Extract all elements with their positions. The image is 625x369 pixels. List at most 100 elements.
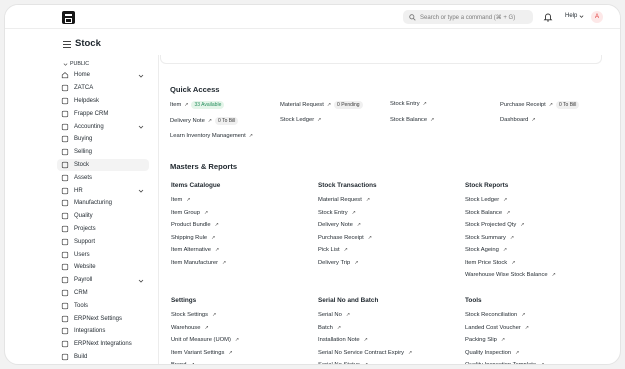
sidebar-item-users[interactable]: Users (57, 248, 149, 261)
sidebar-item-helpdesk[interactable]: Helpdesk (57, 95, 149, 108)
card-link[interactable]: Quality Inspection Template ↗ (465, 362, 544, 364)
sidebar-item-support[interactable]: Support (57, 235, 149, 248)
card-link[interactable]: Serial No Status ↗ (318, 362, 368, 364)
sidebar-item-tools[interactable]: Tools (57, 299, 149, 312)
card-link-label: Item (171, 197, 183, 203)
sidebar-item-label: Accounting (74, 123, 104, 130)
sidebar-item-home[interactable]: Home (57, 69, 149, 82)
sidebar-item-manufacturing[interactable]: Manufacturing (57, 197, 149, 210)
card-link-label: Warehouse (171, 324, 201, 331)
shortcut-item[interactable]: Item ↗ 33 Available (170, 101, 225, 109)
zatca-icon (61, 84, 69, 92)
shortcut-material-request[interactable]: Material Request ↗ 0 Pending (280, 101, 363, 109)
card-link[interactable]: Item Price Stock ↗ (465, 260, 515, 266)
card-link[interactable]: Item Alternative ↗ (171, 247, 219, 253)
card-link[interactable]: Stock Projected Qty ↗ (465, 222, 524, 228)
card-link[interactable]: Stock Settings ↗ (171, 312, 216, 318)
card-link-label: Shipping Rule (171, 234, 208, 241)
card-link-label: Item Variant Settings (171, 349, 225, 356)
card-link[interactable]: Item Manufacturer ↗ (171, 260, 226, 266)
card-link[interactable]: Item ↗ (171, 197, 190, 203)
sidebar-section-public[interactable]: PUBLIC (57, 59, 149, 69)
sidebar-item-quality[interactable]: Quality (57, 210, 149, 223)
shortcut-learn-inventory[interactable]: Learn Inventory Management ↗ (170, 133, 253, 139)
sidebar-item-projects[interactable]: Projects (57, 223, 149, 236)
card-link[interactable]: Installation Note ↗ (318, 337, 368, 343)
card-link[interactable]: Batch ↗ (318, 325, 341, 331)
card-link[interactable]: Item Variant Settings ↗ (171, 350, 233, 356)
arrow-up-right-icon: ↗ (336, 324, 342, 331)
card-link[interactable]: Stock Ledger ↗ (465, 197, 507, 203)
card-link[interactable]: Pick List ↗ (318, 247, 348, 253)
shortcut-stock-balance[interactable]: Stock Balance ↗ (390, 117, 434, 123)
sidebar-item-assets[interactable]: Assets (57, 171, 149, 184)
card-link[interactable]: Brand ↗ (171, 362, 195, 364)
sidebar-toggle-icon[interactable] (63, 41, 71, 48)
sidebar-item-label: Users (74, 251, 90, 258)
search-bar[interactable]: Search or type a command (⌘ + G) (403, 10, 533, 24)
shortcut-stock-ledger[interactable]: Stock Ledger ↗ (280, 117, 321, 123)
shortcut-stock-entry[interactable]: Stock Entry ↗ (390, 101, 427, 107)
notification-bell-icon[interactable] (543, 12, 553, 22)
card-link[interactable]: Product Bundle ↗ (171, 222, 219, 228)
card-link[interactable]: Landed Cost Voucher ↗ (465, 325, 529, 331)
card-link[interactable]: Purchase Receipt ↗ (318, 235, 372, 241)
arrow-up-right-icon: ↗ (521, 312, 526, 318)
masters-reports-heading: Masters & Reports (170, 162, 238, 171)
card-link[interactable]: Serial No Service Contract Expiry ↗ (318, 350, 412, 356)
card-title-items-catalogue: Items Catalogue (171, 182, 221, 189)
card-link-label: Unit of Measure (UOM) (171, 337, 231, 343)
sidebar-item-zatca[interactable]: ZATCA (57, 82, 149, 95)
shortcut-delivery-note[interactable]: Delivery Note ↗ 0 To Bill (170, 117, 239, 125)
card-link[interactable]: Stock Ageing ↗ (465, 247, 507, 253)
sidebar-item-stock[interactable]: Stock (57, 158, 149, 172)
card-link[interactable]: Serial No ↗ (318, 312, 350, 318)
sidebar-item-website[interactable]: Website (57, 261, 149, 274)
card-link[interactable]: Stock Balance ↗ (465, 210, 510, 216)
sidebar-item-hr[interactable]: HR (57, 184, 149, 197)
chevron-down-icon[interactable] (138, 124, 144, 129)
app-logo[interactable] (62, 11, 75, 24)
card-link[interactable]: Stock Summary ↗ (465, 235, 514, 241)
card-link[interactable]: Item Group ↗ (171, 210, 208, 216)
sidebar-item-build[interactable]: Build (57, 351, 149, 364)
help-dropdown[interactable]: Help (565, 13, 584, 19)
count-badge: 0 To Bill (555, 101, 580, 109)
sidebar-item-payroll[interactable]: Payroll (57, 274, 149, 287)
arrow-up-right-icon: ↗ (345, 312, 351, 318)
arrow-up-right-icon: ↗ (408, 349, 413, 356)
avatar[interactable]: A (591, 11, 603, 23)
sidebar-item-frappe-crm[interactable]: Frappe CRM (57, 107, 149, 120)
card-link[interactable]: Unit of Measure (UOM) ↗ (171, 337, 239, 343)
card-link[interactable]: Shipping Rule ↗ (171, 235, 215, 241)
card-link[interactable]: Packing Slip ↗ (465, 337, 505, 343)
sidebar-item-buying[interactable]: Buying (57, 133, 149, 146)
card-link-label: Installation Note (318, 337, 360, 343)
sidebar-item-selling[interactable]: Selling (57, 146, 149, 159)
card-link[interactable]: Stock Entry ↗ (318, 210, 356, 216)
card-link[interactable]: Warehouse Wise Stock Balance ↗ (465, 272, 556, 278)
sidebar-item-erpnext-settings[interactable]: ERPNext Settings (57, 312, 149, 325)
sidebar-item-label: Build (74, 353, 88, 360)
card-link[interactable]: Delivery Trip ↗ (318, 260, 358, 266)
shortcut-purchase-receipt[interactable]: Purchase Receipt ↗ 0 To Bill (500, 101, 580, 109)
sidebar-item-accounting[interactable]: Accounting (57, 120, 149, 133)
card-link[interactable]: Quality Inspection ↗ (465, 350, 519, 356)
card-link[interactable]: Warehouse ↗ (171, 325, 209, 331)
card-link[interactable]: Delivery Note ↗ (318, 222, 361, 228)
page-title: Stock (75, 38, 101, 49)
card-link-label: Item Price Stock (465, 259, 508, 266)
sidebar-item-integrations[interactable]: Integrations (57, 325, 149, 338)
card-link[interactable]: Stock Reconciliation ↗ (465, 312, 525, 318)
card-link[interactable]: Material Request ↗ (318, 197, 370, 203)
chart-card (160, 55, 602, 64)
sidebar-item-crm[interactable]: CRM (57, 287, 149, 300)
chevron-down-icon[interactable] (138, 278, 144, 283)
sidebar-item-label: CRM (74, 289, 88, 296)
shortcut-dashboard[interactable]: Dashboard ↗ (500, 117, 536, 123)
chevron-down-icon[interactable] (138, 73, 144, 78)
card-link-label: Stock Summary (465, 234, 506, 241)
chevron-down-icon[interactable] (138, 188, 144, 193)
sidebar-item-label: HR (74, 187, 83, 194)
sidebar-item-erpnext-integrations[interactable]: ERPNext Integrations (57, 338, 149, 351)
